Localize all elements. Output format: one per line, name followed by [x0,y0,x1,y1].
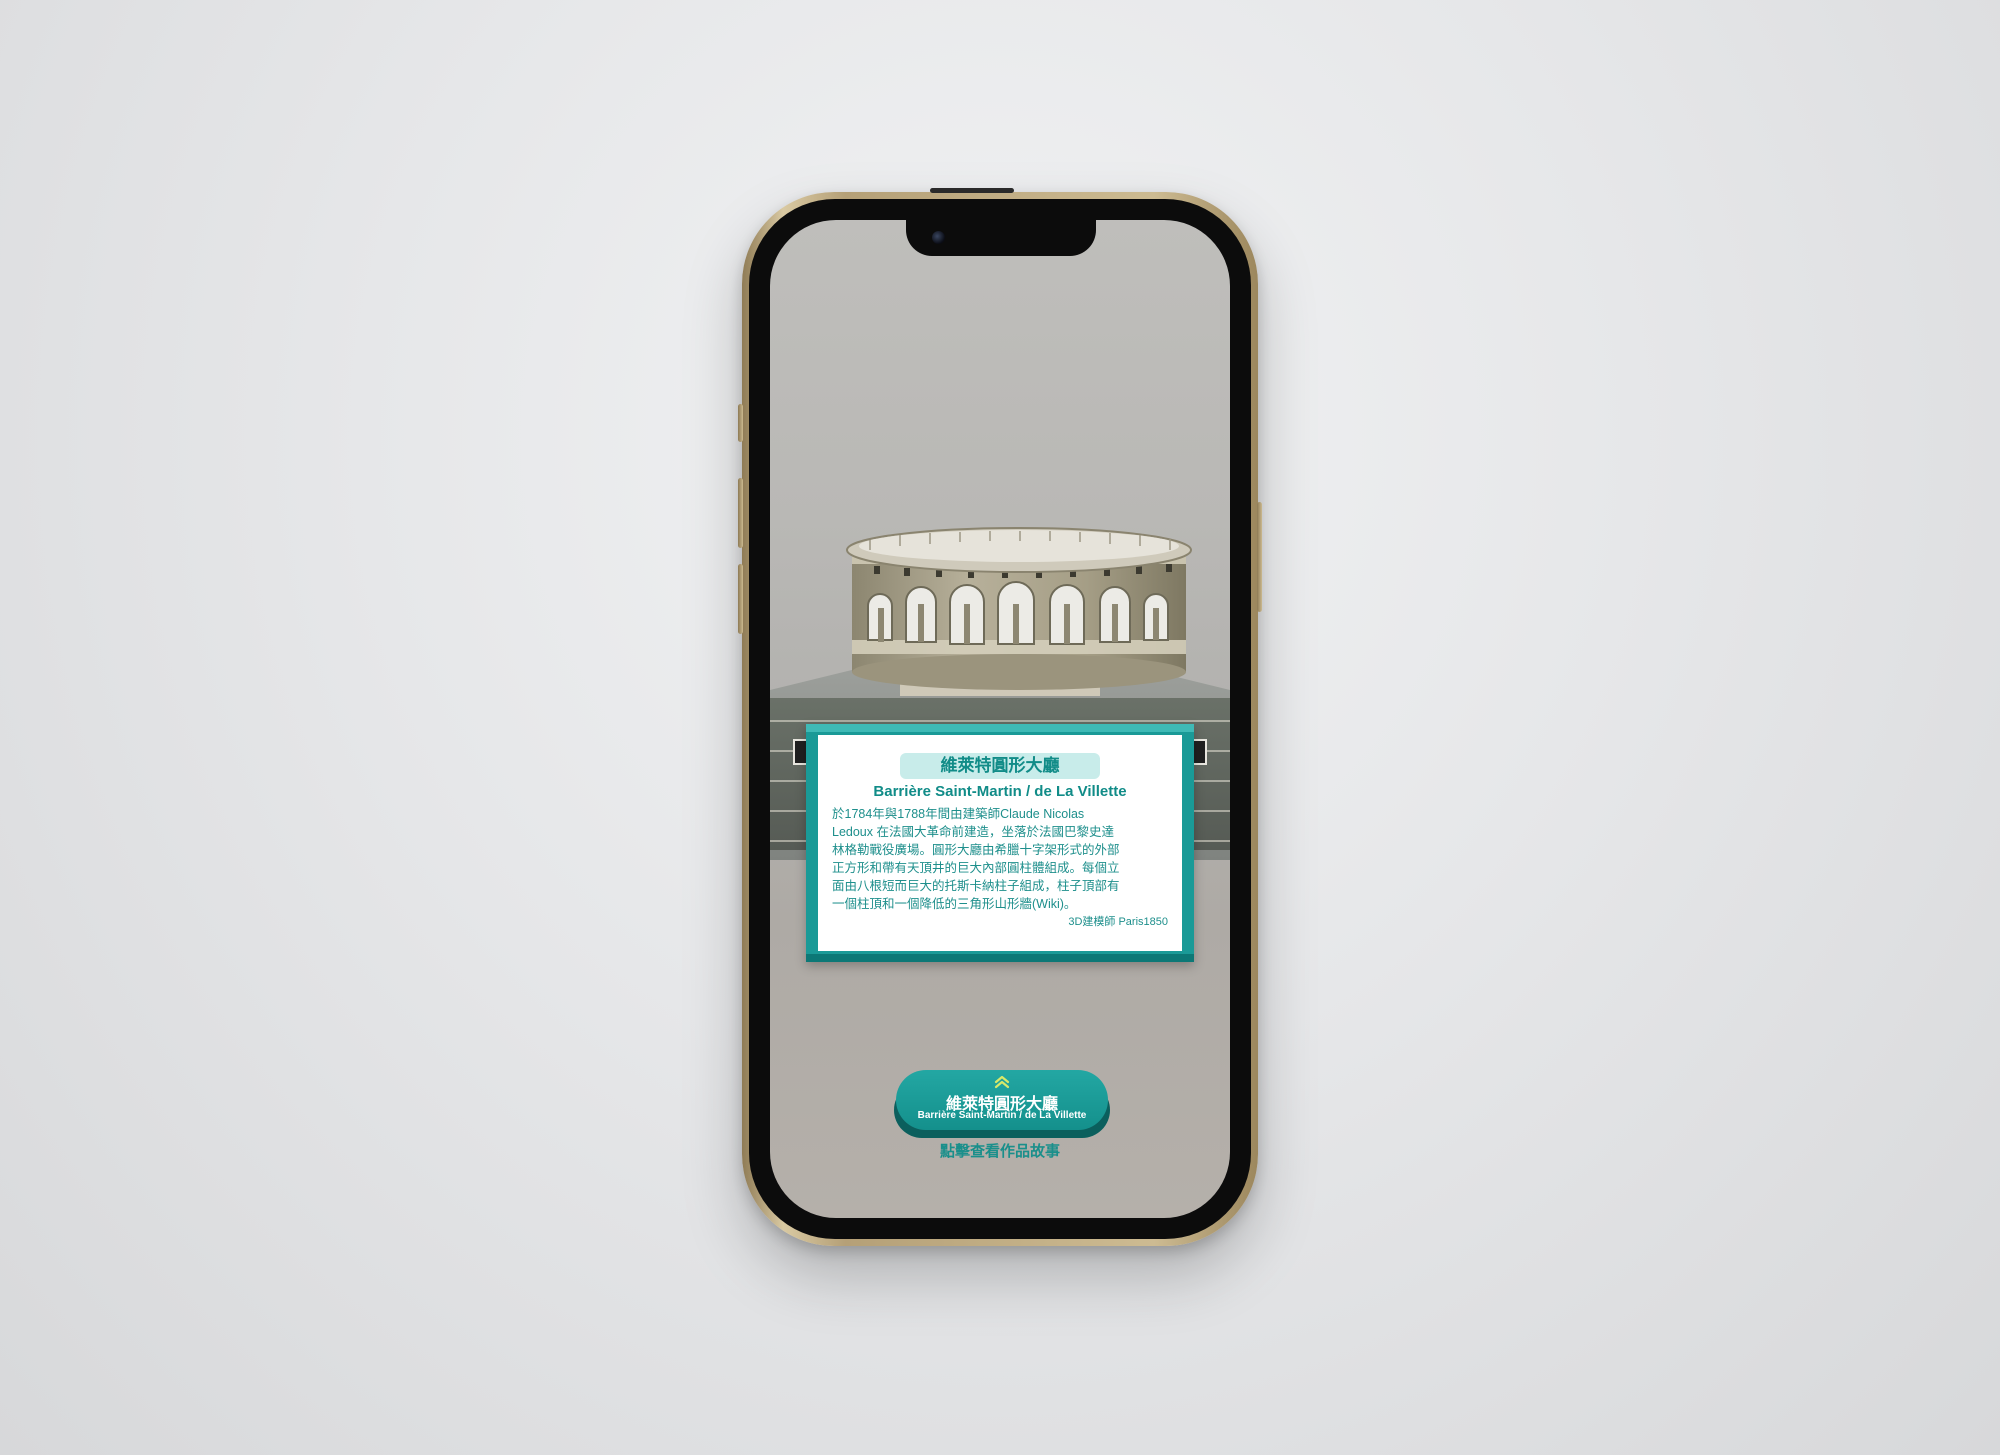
story-button-subtitle: Barrière Saint-Martin / de La Villette [917,1110,1087,1121]
info-card-content: 維萊特圓形大廳 Barrière Saint-Martin / de La Vi… [818,735,1182,951]
rotunda-columns [878,604,1159,644]
card-credit: 3D建模師 Paris1850 [1068,916,1168,928]
story-button[interactable]: 維萊特圓形大廳 Barrière Saint-Martin / de La Vi… [896,1070,1108,1130]
card-description-line: 於1784年與1788年間由建築師Claude Nicolas [832,807,1085,821]
ar-camera-screen[interactable]: 維萊特圓形大廳 Barrière Saint-Martin / de La Vi… [770,220,1230,1218]
card-description-line: Ledoux 在法國大革命前建造，坐落於法國巴黎史達 [832,825,1114,839]
earpiece-speaker [930,188,1014,193]
card-description-line: 正方形和帶有天頂井的巨大內部圓柱體組成。每個立 [832,861,1120,875]
card-description: 於1784年與1788年間由建築師Claude Nicolas Ledoux 在… [832,805,1168,913]
card-description-line: 一個柱頂和一個降低的三角形山形牆(Wiki)。 [832,897,1077,911]
info-card[interactable]: 維萊特圓形大廳 Barrière Saint-Martin / de La Vi… [806,724,1194,962]
card-description-line: 林格勒戰役廣場。圓形大廳由希臘十字架形式的外部 [832,843,1120,857]
phone-mockup: 維萊特圓形大廳 Barrière Saint-Martin / de La Vi… [738,188,1262,1246]
card-title-zh: 維萊特圓形大廳 [900,753,1100,779]
volume-up-button [738,478,743,548]
power-button [1257,502,1262,612]
volume-down-button [738,564,743,634]
story-hint-text[interactable]: 點擊查看作品故事 [770,1140,1230,1161]
mute-switch [738,404,743,442]
notch [906,220,1096,256]
front-camera-icon [932,231,945,244]
card-description-line: 面由八根短而巨大的托斯卡納柱子組成，柱子頂部有 [832,879,1120,893]
chevron-double-up-icon [994,1075,1010,1089]
building-3d-model[interactable] [770,220,1230,1218]
card-title-en: Barrière Saint-Martin / de La Villette [873,783,1127,800]
